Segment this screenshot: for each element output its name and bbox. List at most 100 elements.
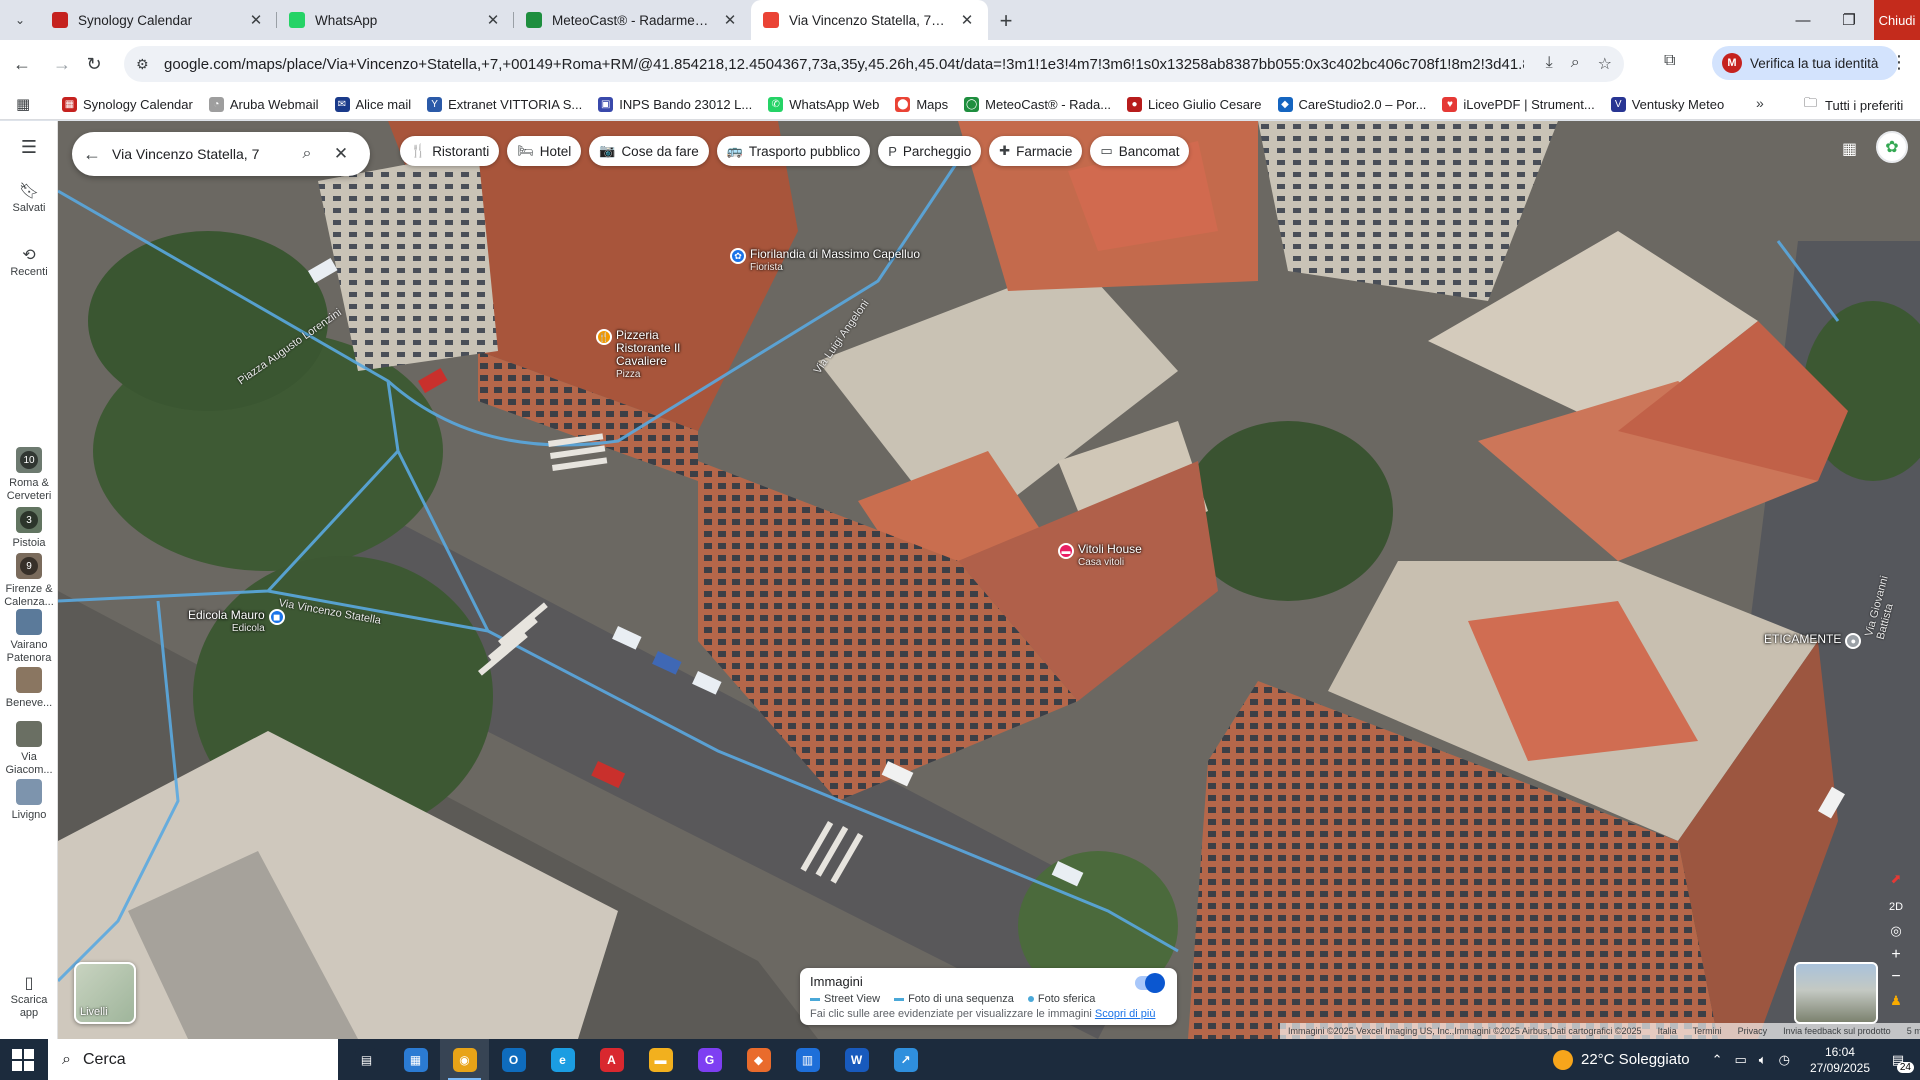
taskbar-search[interactable]: ⌕ Cerca (48, 1039, 338, 1080)
account-avatar[interactable]: ✿ (1876, 131, 1908, 163)
bookmark-item[interactable]: Y Extranet VITTORIA S... (427, 96, 582, 112)
back-arrow-icon[interactable]: ← (72, 144, 112, 165)
taskbar-app[interactable]: ↗ (881, 1039, 930, 1080)
search-icon[interactable]: ⌕ (290, 145, 324, 163)
bookmark-item[interactable]: ▣ INPS Bando 23012 L... (598, 96, 752, 112)
chip-parking[interactable]: P Parcheggio (878, 136, 982, 166)
bookmark-item[interactable]: ✉ Alice mail (334, 96, 411, 112)
feedback-link[interactable]: Invia feedback sul prodotto (1783, 1026, 1891, 1036)
battery-icon[interactable]: ◷ (1779, 1052, 1790, 1068)
address-bar[interactable]: ⚙ google.com/maps/place/Via+Vincenzo+Sta… (124, 46, 1624, 82)
menu-icon[interactable]: ☰ (0, 138, 58, 156)
bookmark-item[interactable]: ● Liceo Giulio Cesare (1127, 96, 1262, 112)
tab-1[interactable]: Synology Calendar ✕ (40, 0, 277, 40)
forward-icon[interactable]: → (48, 50, 76, 78)
url-text[interactable]: google.com/maps/place/Via+Vincenzo+State… (164, 56, 1524, 73)
close-tab-icon[interactable]: ✕ (958, 11, 976, 29)
learn-more-link[interactable]: Scopri di più (1095, 1008, 1156, 1020)
recent-place-item[interactable]: 3 Pistoia (0, 507, 58, 550)
bookmarks-overflow-icon[interactable]: » (1756, 95, 1764, 111)
taskbar-app[interactable]: ▤ (342, 1039, 391, 1080)
apps-grid-icon[interactable]: ▦ (16, 95, 34, 113)
layers-button[interactable]: Livelli (74, 962, 136, 1024)
place-pin-florist[interactable]: ✿ Fiorilandia di Massimo Capelluo Fiorist… (730, 248, 920, 274)
new-tab-button[interactable]: + (993, 8, 1019, 34)
maximize-button[interactable]: ❐ (1826, 0, 1872, 40)
taskbar-app[interactable]: W (832, 1039, 881, 1080)
taskbar-app[interactable]: ▥ (783, 1039, 832, 1080)
chip-pharmacy[interactable]: ✚ Farmacie (989, 136, 1083, 166)
window-close-button[interactable]: Chiudi (1874, 0, 1920, 40)
install-app-icon[interactable]: ⤓ (1546, 54, 1553, 74)
street-view-thumbnail[interactable] (1794, 962, 1878, 1024)
tab-search-button[interactable]: ⌄ (8, 8, 32, 32)
bookmark-item[interactable]: ♥ iLovePDF | Strument... (1442, 96, 1595, 112)
taskbar-app[interactable]: ◉ (440, 1039, 489, 1080)
taskbar-app[interactable]: ▦ (391, 1039, 440, 1080)
back-icon[interactable]: ← (8, 50, 36, 78)
close-tab-icon[interactable]: ✕ (247, 11, 265, 29)
minimize-button[interactable]: — (1780, 0, 1826, 40)
taskbar-app[interactable]: ▬ (636, 1039, 685, 1080)
recent-place-item[interactable]: Benevе... (0, 667, 58, 710)
chip-bus[interactable]: 🚌 Trasporto pubblico (716, 136, 871, 166)
place-pin-newsstand[interactable]: ◼ Edicola Mauro Edicola (188, 609, 285, 635)
place-pin-restaurant[interactable]: 🍴 Pizzeria Ristorante Il Cavaliere Pizza (596, 329, 716, 381)
taskbar-app[interactable]: G (685, 1039, 734, 1080)
bookmark-item[interactable]: ▦ Synology Calendar (62, 96, 193, 112)
rail-saved[interactable]: 🔖︎ Salvati (0, 184, 58, 215)
place-pin-vitoli-house[interactable]: ▬ Vitoli House Casa vitoli (1058, 543, 1142, 569)
close-tab-icon[interactable]: ✕ (721, 11, 739, 29)
bookmark-item[interactable]: ◆ CareStudio2.0 – Por... (1277, 96, 1426, 112)
bookmark-item[interactable]: V Ventusky Meteo (1610, 96, 1724, 112)
taskbar-app[interactable]: A (587, 1039, 636, 1080)
bookmark-item[interactable]: ◯ MeteoCast® - Rada... (964, 96, 1111, 112)
taskbar-app[interactable]: e (538, 1039, 587, 1080)
all-bookmarks-button[interactable]: 🗀 Tutti i preferiti (1804, 94, 1903, 116)
browser-menu-icon[interactable]: ⋮ (1890, 52, 1908, 73)
site-info-icon[interactable]: ⚙ (136, 56, 156, 73)
tab-3[interactable]: MeteoCast® - Radarmeteo ✕ (514, 0, 751, 40)
weather-widget[interactable]: 22°C Soleggiato (1553, 1049, 1690, 1070)
bookmark-item[interactable]: ⬤ Maps (895, 96, 948, 112)
scale-bar[interactable]: 5 m (1907, 1026, 1920, 1036)
extensions-icon[interactable]: ⧉ (1664, 52, 1675, 70)
recent-place-item[interactable]: 9 Firenze & Calenza... (0, 553, 58, 609)
close-tab-icon[interactable]: ✕ (484, 11, 502, 29)
recent-place-item[interactable]: Via Giacom... (0, 721, 58, 777)
rail-recent[interactable]: ⟲ Recenti (0, 248, 58, 279)
satellite-map[interactable]: Piazza Augusto Lorenzini Via Vincenzo St… (58, 121, 1920, 1039)
google-apps-icon[interactable]: ▦ (1842, 139, 1857, 159)
network-icon[interactable]: ▭ (1734, 1052, 1746, 1068)
terms-link[interactable]: Termini (1693, 1026, 1722, 1036)
bookmark-item[interactable]: ✆ WhatsApp Web (768, 96, 879, 112)
compass-icon[interactable]: ⬈ (1882, 865, 1910, 893)
privacy-link[interactable]: Privacy (1738, 1026, 1768, 1036)
country-link[interactable]: Italia (1658, 1026, 1677, 1036)
chip-atm[interactable]: ▭ Bancomat (1090, 136, 1190, 166)
recent-place-item[interactable]: 10 Roma & Cerveteri (0, 447, 58, 503)
profile-button[interactable]: M Verifica la tua identità (1712, 46, 1898, 80)
maps-search-input[interactable] (112, 146, 290, 162)
chip-restaurant[interactable]: 🍴 Ristoranti (400, 136, 500, 166)
tab-4[interactable]: Via Vincenzo Statella, 7 - Googl ✕ (751, 0, 988, 40)
recent-place-item[interactable]: Livigno (0, 779, 58, 822)
zoom-icon[interactable]: ⌕ (1571, 54, 1580, 74)
taskbar-app[interactable]: ◆ (734, 1039, 783, 1080)
imagery-toggle[interactable] (1135, 973, 1165, 993)
chip-hotel[interactable]: 🛏 Hotel (507, 136, 582, 166)
pegman-icon[interactable]: ♟ (1882, 987, 1910, 1015)
download-app[interactable]: ▯ Scarica app (0, 976, 58, 1020)
clock[interactable]: 16:04 27/09/2025 (1810, 1044, 1870, 1076)
bookmark-item[interactable]: ◔ Aruba Webmail (208, 96, 319, 112)
start-button[interactable] (12, 1049, 34, 1071)
taskbar-app[interactable]: O (489, 1039, 538, 1080)
chip-camera[interactable]: 📷 Cose da fare (589, 136, 709, 166)
notification-center[interactable]: ▤ 24 (1884, 1046, 1914, 1074)
reload-icon[interactable]: ↻ (80, 50, 108, 78)
bookmark-star-icon[interactable]: ☆ (1598, 54, 1612, 74)
recent-place-item[interactable]: Vairano Patenora (0, 609, 58, 665)
show-hidden-icons[interactable]: ⌃ (1712, 1052, 1723, 1068)
clear-search-icon[interactable]: ✕ (324, 144, 358, 164)
volume-icon[interactable]: 🔈︎ (1759, 1052, 1767, 1068)
